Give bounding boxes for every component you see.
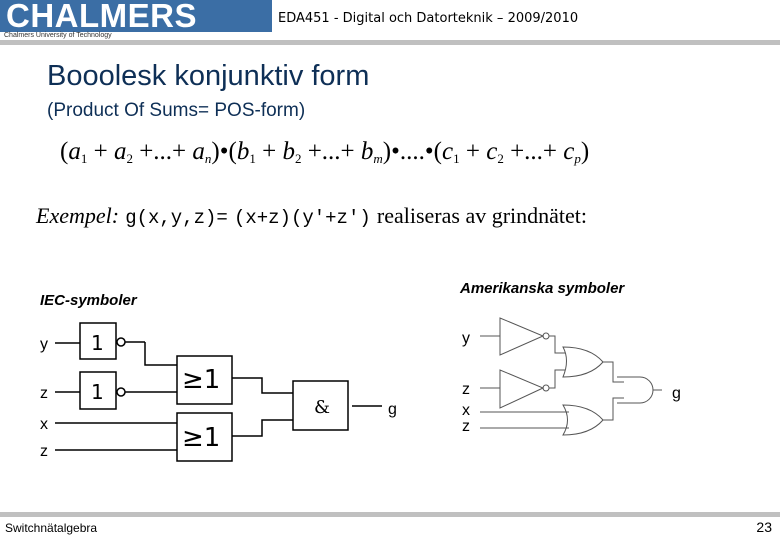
or-symbol: ≥1 [182,423,220,453]
iec-diagram: y z x z 1 1 ≥1 ≥1 & g [40,322,397,462]
us-not-gate-y [499,317,545,356]
gate-diagrams: y z x z 1 1 ≥1 ≥1 & g y z x z g [40,317,681,462]
not-symbol: 1 [91,380,104,404]
inversion-bubble [116,387,126,397]
us-not-gate-z [499,369,545,409]
us-input-z2: z [462,418,470,435]
wire [549,369,565,389]
us-and-gate [617,376,654,404]
us-or-gate-2 [562,404,604,436]
bottom-rule [0,512,780,517]
wire [232,419,293,437]
us-input-y: y [462,330,470,347]
wire [549,335,565,354]
us-input-z: z [462,381,470,398]
us-input-x: x [462,402,470,419]
inversion-bubble [116,337,126,347]
iec-input-y: y [40,336,48,353]
iec-input-z: z [40,385,48,402]
or-symbol: ≥1 [182,365,220,395]
us-or-gate-1 [562,346,604,378]
iec-output-g: g [388,401,397,418]
wire [603,361,624,383]
us-output-g: g [672,385,681,402]
iec-input-z2: z [40,443,48,460]
wire [232,377,293,394]
wire [603,397,624,421]
not-symbol: 1 [91,331,104,355]
iec-input-x: x [40,416,48,433]
and-symbol: & [314,397,330,418]
page-number: 23 [756,519,772,535]
wire [144,342,177,366]
american-diagram: y z x z g [462,317,681,436]
footer-topic: Switchnätalgebra [5,521,98,535]
